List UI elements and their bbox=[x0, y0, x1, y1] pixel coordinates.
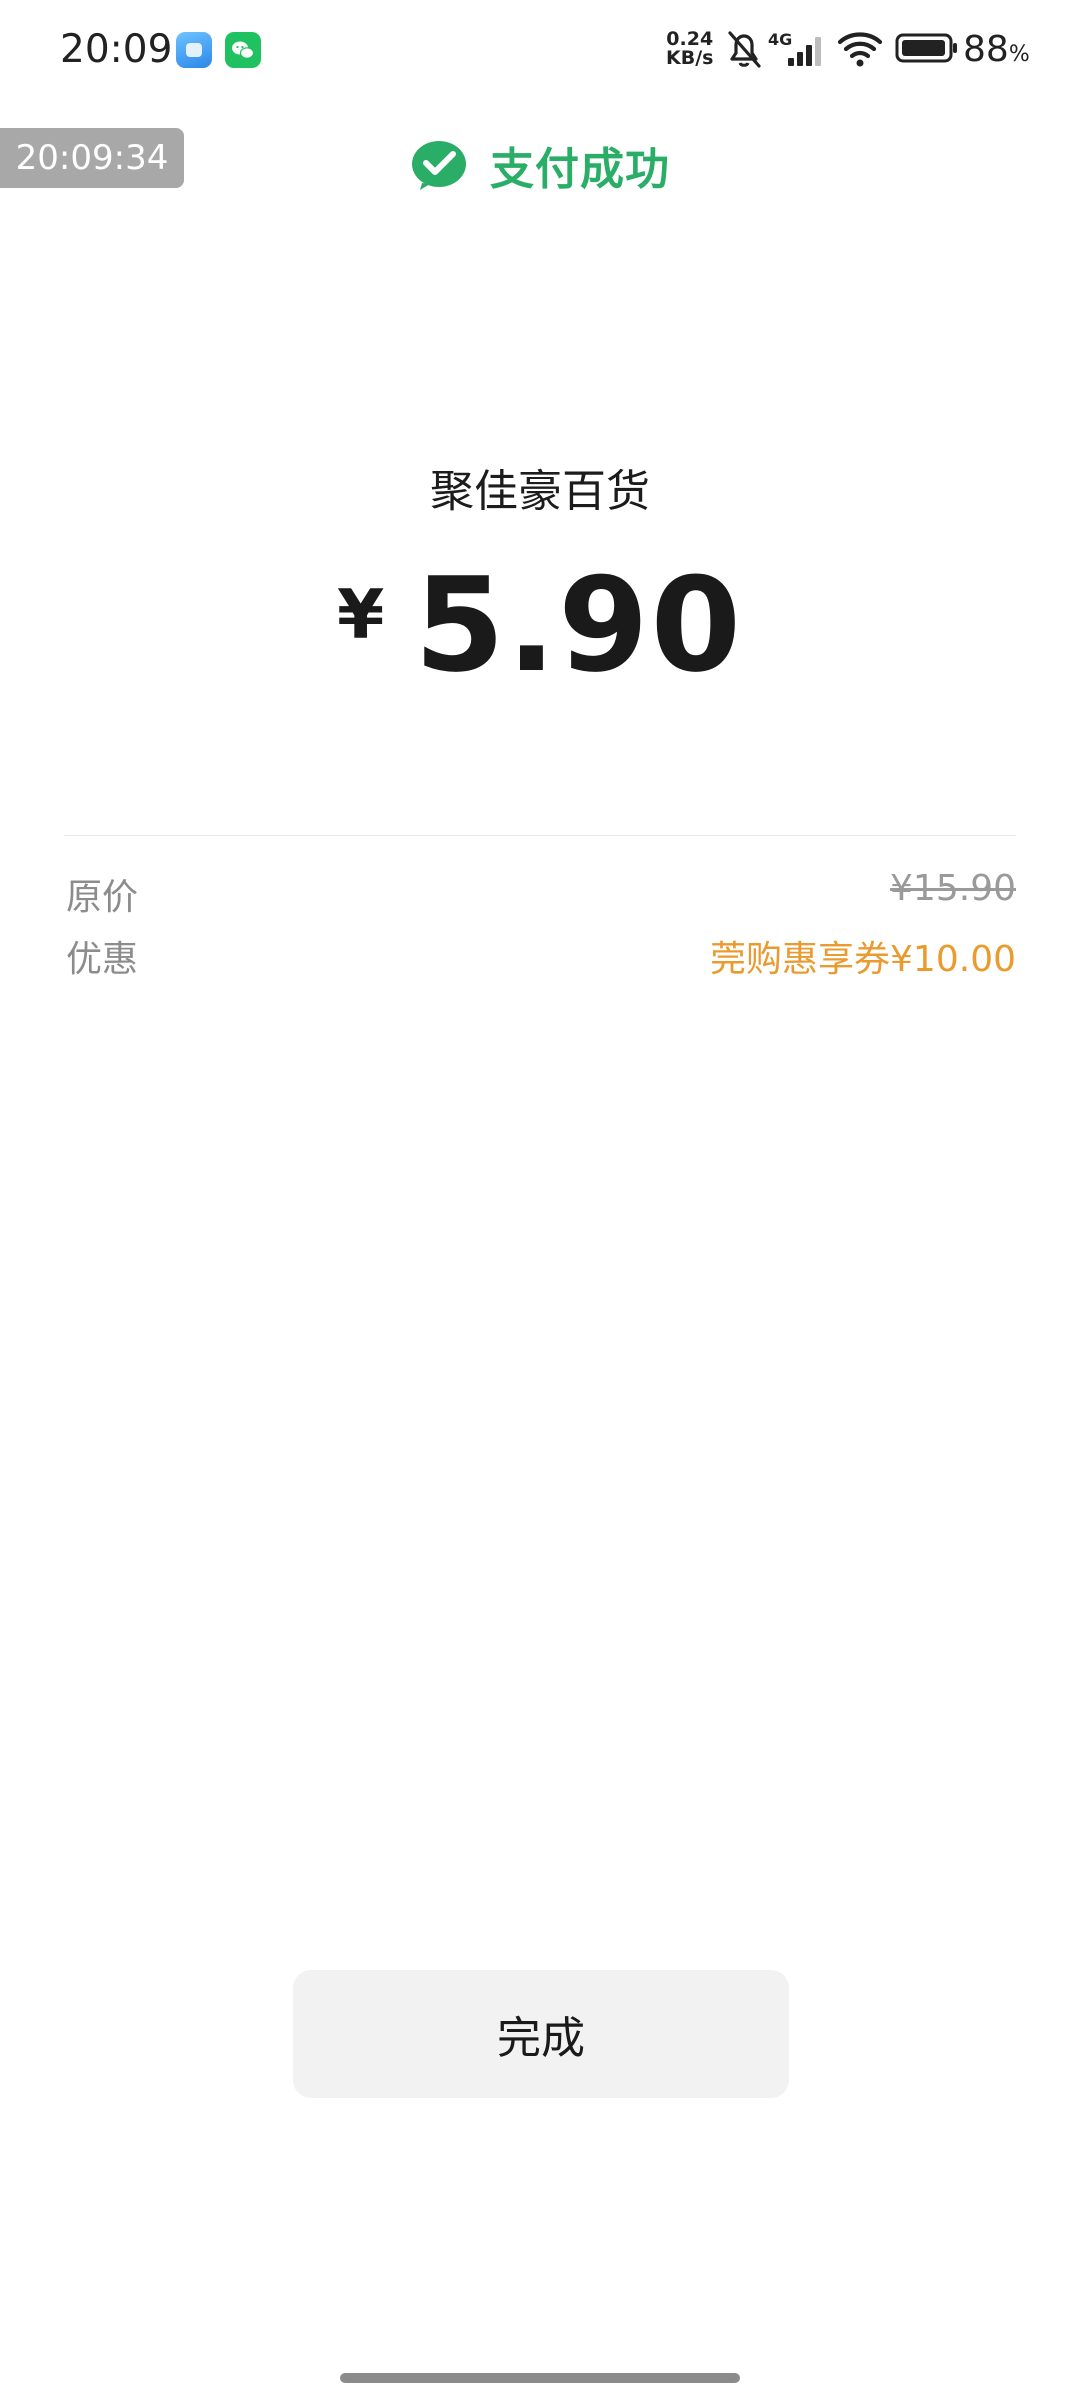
merchant-name: 聚佳豪百货 bbox=[430, 466, 650, 517]
original-price-value: ¥15.90 bbox=[890, 868, 1016, 909]
home-indicator[interactable] bbox=[340, 2373, 740, 2383]
wechat-icon bbox=[225, 32, 261, 68]
discount-value: 莞购惠享券¥10.00 bbox=[710, 939, 1016, 980]
divider bbox=[64, 835, 1016, 836]
status-time: 20:09 bbox=[60, 27, 173, 72]
wifi-icon bbox=[836, 30, 884, 72]
app-blue-glyph bbox=[186, 43, 202, 57]
signal-icon bbox=[786, 34, 826, 72]
app-blue-icon bbox=[176, 32, 212, 68]
payment-success-header: 支付成功 bbox=[0, 130, 1080, 200]
battery-unit: % bbox=[1008, 42, 1030, 67]
discount-label: 优惠 bbox=[66, 939, 139, 980]
success-title: 支付成功 bbox=[490, 144, 670, 195]
amount-currency: ¥ bbox=[336, 576, 385, 655]
network-speed-unit: KB/s bbox=[666, 47, 714, 69]
battery-level-value: 88 bbox=[963, 29, 1009, 70]
amount-value: 5.90 bbox=[414, 549, 744, 701]
payment-amount: ¥ 5.90 bbox=[0, 560, 1080, 690]
network-speed: 0.24 KB/s bbox=[666, 30, 713, 68]
bell-muted-icon bbox=[724, 28, 764, 74]
wechat-glyph bbox=[232, 41, 255, 59]
battery-level: 88% bbox=[963, 22, 1030, 83]
original-price-label: 原价 bbox=[66, 877, 139, 918]
check-circle-icon bbox=[412, 141, 466, 190]
done-button[interactable]: 完成 bbox=[293, 1970, 789, 2098]
battery-icon bbox=[895, 32, 959, 68]
